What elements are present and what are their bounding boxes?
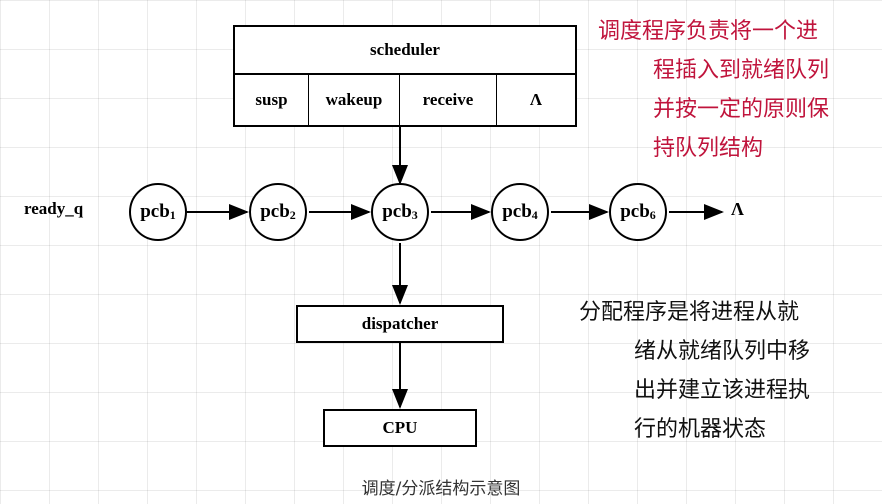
pcb-node-3-base: pcb <box>382 201 412 222</box>
pcb-node-3: pcb 3 <box>371 183 429 241</box>
pcb-node-3-sub: 3 <box>411 207 418 222</box>
pcb-node-1: pcb 1 <box>129 183 187 241</box>
pcb-node-6-base: pcb <box>620 201 650 222</box>
scheduler-title: scheduler <box>370 40 440 59</box>
scheduler-note-line-1: 调度程序负责将一个进 <box>598 19 819 44</box>
pcb-node-1-base: pcb <box>140 201 170 222</box>
queue-end-symbol: Λ <box>731 199 744 219</box>
pcb-node-2-sub: 2 <box>289 207 296 222</box>
cpu-label: CPU <box>382 418 418 437</box>
dispatcher-note-line-4: 行的机器状态 <box>634 417 767 442</box>
pcb-node-4-base: pcb <box>502 201 532 222</box>
pcb-node-6-sub: 6 <box>649 207 656 222</box>
scheduler-cell-susp: susp <box>235 75 309 125</box>
pcb-node-2: pcb 2 <box>249 183 307 241</box>
pcb-node-6: pcb 6 <box>609 183 667 241</box>
scheduler-note-line-4: 持队列结构 <box>653 136 764 161</box>
ready-q-label: ready_q <box>24 199 84 218</box>
pcb-node-4-sub: 4 <box>531 207 538 222</box>
dispatcher-note-line-2: 绪从就绪队列中移 <box>634 339 811 364</box>
figure-caption: 调度/分派结构示意图 <box>361 479 521 499</box>
dispatcher-label: dispatcher <box>361 314 439 333</box>
scheduler-box: scheduler susp wakeup receive Λ <box>233 25 577 127</box>
dispatcher-box: dispatcher <box>296 305 504 343</box>
scheduler-cells: susp wakeup receive Λ <box>235 75 575 125</box>
pcb-node-2-base: pcb <box>260 201 290 222</box>
pcb-node-4: pcb 4 <box>491 183 549 241</box>
scheduler-cell-wakeup: wakeup <box>309 75 400 125</box>
dispatcher-note-line-1: 分配程序是将进程从就 <box>579 300 800 325</box>
scheduler-cell-end: Λ <box>529 90 543 109</box>
scheduler-note-line-3: 并按一定的原则保 <box>653 97 830 122</box>
pcb-node-1-sub: 1 <box>169 207 176 222</box>
scheduler-note-line-2: 程插入到就绪队列 <box>653 58 830 83</box>
dispatcher-note-line-3: 出并建立该进程执 <box>634 378 811 403</box>
cpu-box: CPU <box>323 409 477 447</box>
scheduler-cell-receive: receive <box>400 75 497 125</box>
